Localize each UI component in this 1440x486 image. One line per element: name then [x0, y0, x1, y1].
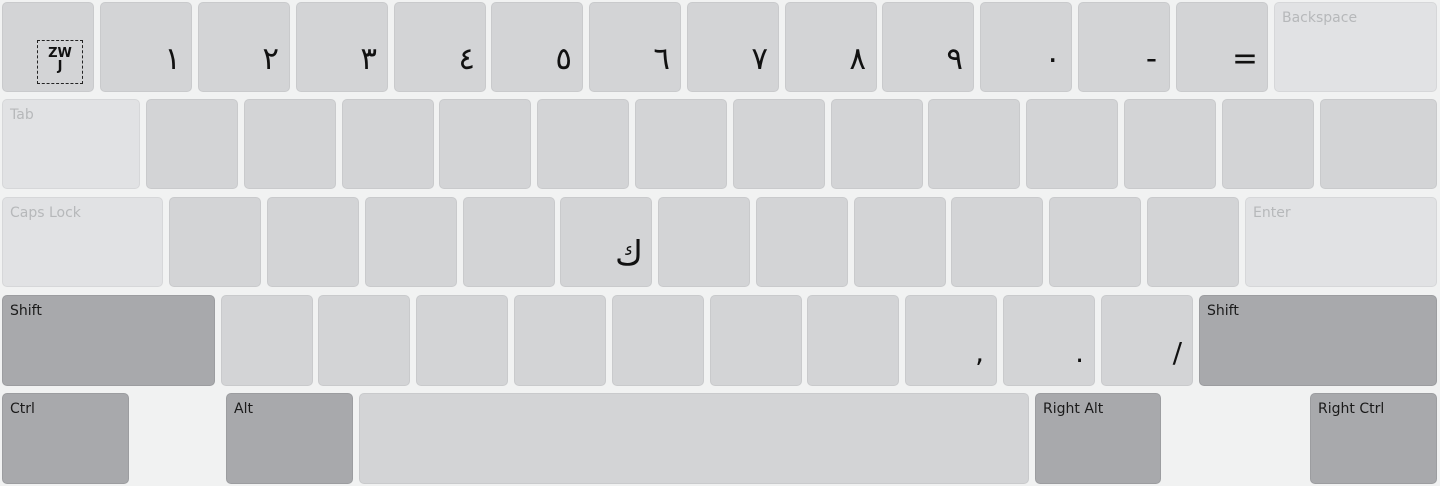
key-1[interactable]: ١: [100, 2, 192, 92]
key-3-glyph: ٣: [360, 41, 377, 77]
key-5[interactable]: ٥: [491, 2, 583, 92]
backspace-label: Backspace: [1282, 10, 1358, 26]
left-alt-label: Alt: [234, 401, 253, 417]
key-8[interactable]: ٨: [785, 2, 877, 92]
key-c[interactable]: [416, 295, 508, 386]
left-shift-key[interactable]: Shift: [2, 295, 215, 386]
on-screen-keyboard: ZW J ١ ٢ ٣ ٤ ٥ ٦ ٧ ٨ ٩ ٠ - = Backspace T…: [0, 0, 1440, 486]
key-i[interactable]: [831, 99, 923, 189]
key-b[interactable]: [612, 295, 704, 386]
zwj-label-bottom: J: [57, 59, 63, 74]
key-s[interactable]: [267, 197, 359, 287]
key-0-glyph: ٠: [1044, 41, 1061, 77]
tab-key[interactable]: Tab: [2, 99, 140, 189]
right-shift-label: Shift: [1207, 303, 1239, 319]
key-h[interactable]: [658, 197, 750, 287]
key-2[interactable]: ٢: [198, 2, 290, 92]
key-period[interactable]: .: [1003, 295, 1095, 386]
key-backslash[interactable]: [1320, 99, 1437, 189]
left-alt-key[interactable]: Alt: [226, 393, 353, 484]
key-period-glyph: .: [1075, 336, 1084, 369]
key-comma-glyph: ,: [975, 336, 984, 369]
right-alt-key[interactable]: Right Alt: [1035, 393, 1161, 484]
right-alt-label: Right Alt: [1043, 401, 1104, 417]
key-n[interactable]: [710, 295, 802, 386]
key-comma[interactable]: ,: [905, 295, 997, 386]
key-r[interactable]: [439, 99, 531, 189]
key-quote[interactable]: [1147, 197, 1239, 287]
key-minus[interactable]: -: [1078, 2, 1170, 92]
right-ctrl-label: Right Ctrl: [1318, 401, 1385, 417]
key-3[interactable]: ٣: [296, 2, 388, 92]
key-equals[interactable]: =: [1176, 2, 1268, 92]
key-slash[interactable]: /: [1101, 295, 1193, 386]
enter-label: Enter: [1253, 205, 1291, 221]
tab-label: Tab: [10, 107, 34, 123]
key-equals-glyph: =: [1232, 41, 1258, 77]
key-semicolon[interactable]: [1049, 197, 1141, 287]
key-1-glyph: ١: [164, 41, 181, 77]
key-minus-glyph: -: [1145, 41, 1157, 77]
key-q[interactable]: [146, 99, 238, 189]
key-o[interactable]: [928, 99, 1020, 189]
backspace-key[interactable]: Backspace: [1274, 2, 1437, 92]
key-4[interactable]: ٤: [394, 2, 486, 92]
key-slash-glyph: /: [1172, 336, 1182, 369]
key-backtick-zwj[interactable]: ZW J: [2, 2, 94, 92]
key-k[interactable]: [854, 197, 946, 287]
key-y[interactable]: [635, 99, 727, 189]
key-6-glyph: ٦: [653, 41, 670, 77]
key-right-bracket[interactable]: [1222, 99, 1314, 189]
key-a[interactable]: [169, 197, 261, 287]
key-p[interactable]: [1026, 99, 1118, 189]
right-shift-key[interactable]: Shift: [1199, 295, 1437, 386]
key-5-glyph: ٥: [555, 41, 572, 77]
key-g-glyph: ك: [614, 234, 643, 274]
key-m[interactable]: [807, 295, 899, 386]
right-ctrl-key[interactable]: Right Ctrl: [1310, 393, 1437, 484]
left-ctrl-label: Ctrl: [10, 401, 35, 417]
key-f[interactable]: [463, 197, 555, 287]
key-t[interactable]: [537, 99, 629, 189]
key-l[interactable]: [951, 197, 1043, 287]
key-g[interactable]: ك: [560, 197, 652, 287]
key-j[interactable]: [756, 197, 848, 287]
key-v[interactable]: [514, 295, 606, 386]
key-x[interactable]: [318, 295, 410, 386]
key-0[interactable]: ٠: [980, 2, 1072, 92]
key-e[interactable]: [342, 99, 434, 189]
left-ctrl-key[interactable]: Ctrl: [2, 393, 129, 484]
key-left-bracket[interactable]: [1124, 99, 1216, 189]
key-9[interactable]: ٩: [882, 2, 974, 92]
enter-key[interactable]: Enter: [1245, 197, 1437, 287]
caps-lock-label: Caps Lock: [10, 205, 81, 221]
key-7-glyph: ٧: [751, 41, 768, 77]
key-d[interactable]: [365, 197, 457, 287]
key-8-glyph: ٨: [849, 41, 866, 77]
key-z[interactable]: [221, 295, 313, 386]
space-bar[interactable]: [359, 393, 1029, 484]
key-w[interactable]: [244, 99, 336, 189]
key-7[interactable]: ٧: [687, 2, 779, 92]
zwj-icon: ZW J: [37, 40, 83, 84]
key-9-glyph: ٩: [946, 41, 963, 77]
left-shift-label: Shift: [10, 303, 42, 319]
key-2-glyph: ٢: [262, 41, 279, 77]
key-6[interactable]: ٦: [589, 2, 681, 92]
caps-lock-key[interactable]: Caps Lock: [2, 197, 163, 287]
key-4-glyph: ٤: [458, 41, 475, 77]
key-u[interactable]: [733, 99, 825, 189]
